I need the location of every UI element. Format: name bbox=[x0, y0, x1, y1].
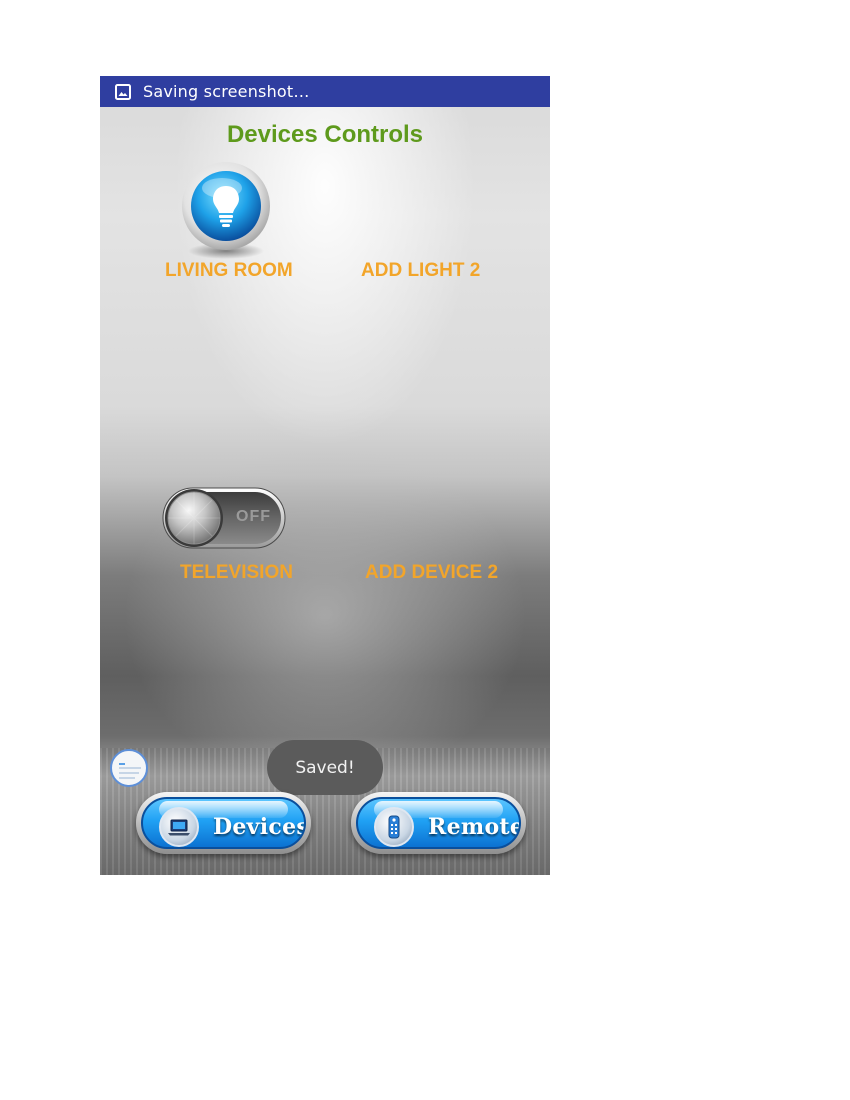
light-label-living-room[interactable]: LIVING ROOM bbox=[165, 260, 293, 282]
remote-nav-button[interactable]: Remote bbox=[351, 792, 526, 854]
device-label-add-device-2[interactable]: ADD DEVICE 2 bbox=[365, 562, 498, 584]
devices-button-label: Devices bbox=[213, 814, 306, 840]
light-bulb-icon bbox=[182, 162, 270, 259]
living-room-light-button[interactable] bbox=[180, 161, 272, 261]
status-bar: Saving screenshot… bbox=[100, 76, 550, 107]
light-label-add-light-2[interactable]: ADD LIGHT 2 bbox=[361, 260, 480, 282]
page-title: Devices Controls bbox=[226, 121, 424, 148]
devices-nav-button[interactable]: Devices bbox=[136, 792, 311, 854]
toast-message: Saved! bbox=[267, 740, 383, 795]
device-label-television[interactable]: TELEVISION bbox=[180, 562, 293, 584]
screenshot-thumbnail-icon[interactable] bbox=[110, 749, 148, 787]
remote-button-face: Remote bbox=[356, 797, 521, 849]
toggle-state-text: OFF bbox=[236, 508, 271, 525]
remote-control-icon bbox=[374, 807, 414, 847]
status-notification-text: Saving screenshot… bbox=[143, 82, 310, 101]
laptop-icon bbox=[159, 807, 199, 847]
devices-button-face: Devices bbox=[141, 797, 306, 849]
remote-button-label: Remote bbox=[428, 814, 521, 840]
app-screen: Saving screenshot… Devices Controls LIVI… bbox=[100, 76, 550, 875]
television-toggle[interactable]: OFF bbox=[162, 486, 287, 550]
image-icon bbox=[115, 83, 131, 100]
